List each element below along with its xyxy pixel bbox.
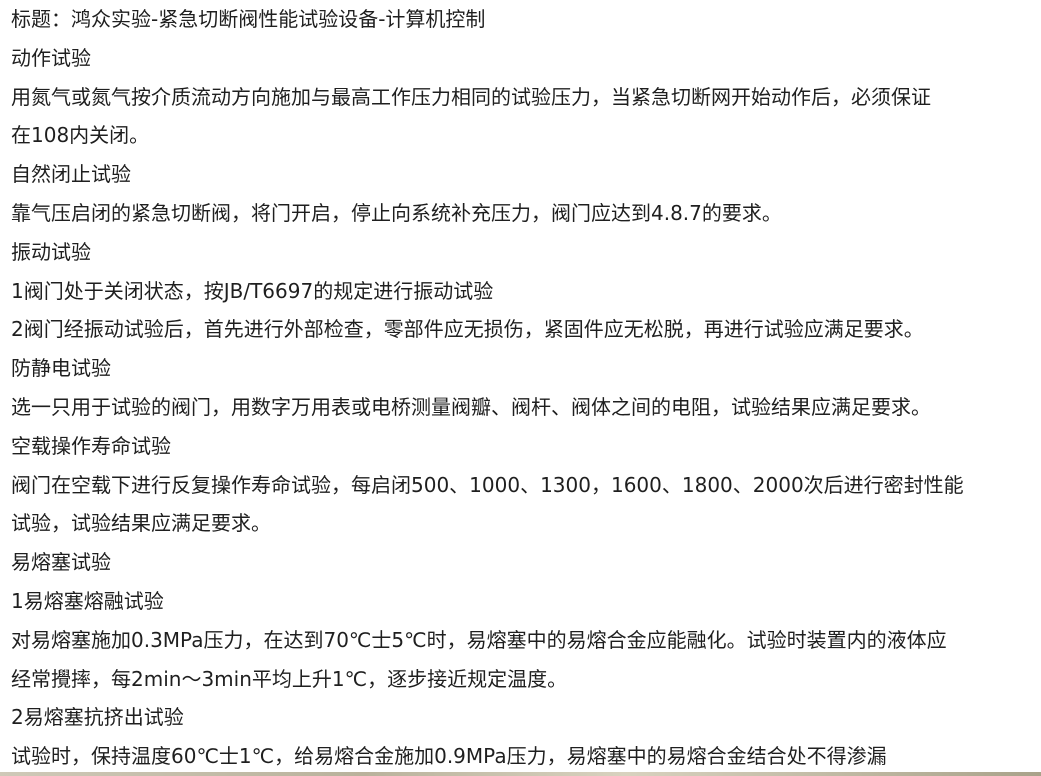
paragraph-line: 阀门在空载下进行反复操作寿命试验，每启闭500、1000、1300，1600、1… <box>11 472 964 497</box>
paragraph-line: 2阀门经振动试验后，首先进行外部检查，零部件应无损伤，紧固件应无松脱，再进行试验… <box>11 317 924 342</box>
section-heading-fusible-plug-test: 易熔塞试验 <box>11 550 111 575</box>
paragraph-line: 对易熔塞施加0.3MPa压力，在达到70℃士5℃时，易熔塞中的易熔合金应能融化。… <box>11 627 947 652</box>
section-heading-life-test: 空载操作寿命试验 <box>11 433 171 458</box>
paragraph-line: 靠气压启闭的紧急切断阀，将门开启，停止向系统补充压力，阀门应达到4.8.7的要求… <box>11 200 782 225</box>
paragraph-line: 选一只用于试验的阀门，用数字万用表或电桥测量阀瓣、阀杆、阀体之间的电阻，试验结果… <box>11 394 931 419</box>
title-line: 标题：鸿众实验-紧急切断阀性能试验设备-计算机控制 <box>11 7 486 31</box>
paragraph-line: 试验时，保持温度60℃士1℃，给易熔合金施加0.9MPa压力，易熔塞中的易熔合金… <box>11 744 887 769</box>
section-heading-antistatic-test: 防静电试验 <box>11 356 111 381</box>
paragraph-line: 在108内关闭。 <box>11 123 150 148</box>
section-heading-action-test: 动作试验 <box>11 45 91 70</box>
paragraph-line: 经常攪摔，每2min～3min平均上升1℃，逐步接近规定温度。 <box>11 666 568 691</box>
paragraph-line: 试验，试验结果应满足要求。 <box>11 511 271 536</box>
paragraph-line: 用氮气或氮气按介质流动方向施加与最高工作压力相同的试验压力，当紧急切断网开始动作… <box>11 84 931 109</box>
paragraph-line: 1阀门处于关闭状态，按JB/T6697的规定进行振动试验 <box>11 278 494 303</box>
document-body: 标题：鸿众实验-紧急切断阀性能试验设备-计算机控制 动作试验 用氮气或氮气按介质… <box>11 0 1041 776</box>
image-edge-strip <box>0 772 1041 776</box>
subsection-heading: 2易熔塞抗挤出试验 <box>11 705 184 730</box>
section-heading-natural-close-test: 自然闭止试验 <box>11 162 131 187</box>
section-heading-vibration-test: 振动试验 <box>11 239 91 264</box>
subsection-heading: 1易熔塞熔融试验 <box>11 588 164 613</box>
